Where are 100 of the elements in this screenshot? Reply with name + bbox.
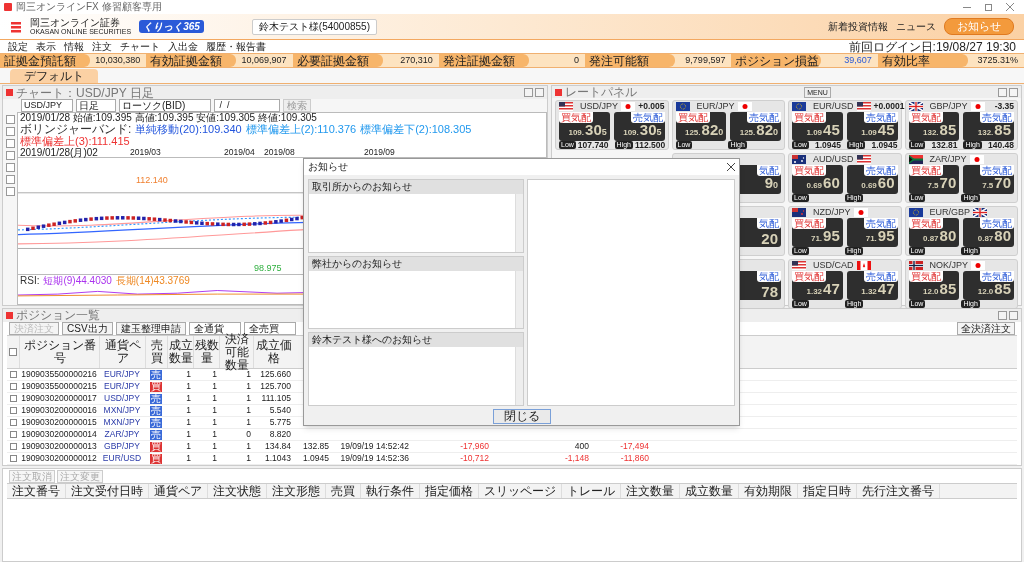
column-header[interactable]: スリッページ	[479, 484, 562, 498]
row-checkbox[interactable]	[9, 407, 17, 414]
quote-box[interactable]: 買気配 109.305	[559, 112, 610, 141]
column-header[interactable]: 残数量	[193, 336, 219, 368]
quote-label: 売気配	[747, 112, 781, 123]
quote-label: 買気配	[908, 165, 943, 176]
table-cell-text: 1	[185, 368, 192, 381]
menu-item[interactable]: 設定	[8, 41, 28, 52]
column-header[interactable]: 指定日時	[798, 484, 857, 498]
close-icon[interactable]	[727, 163, 735, 171]
quote-box[interactable]: 買気配 132.85	[908, 112, 960, 141]
table-cell-text: 1	[185, 428, 192, 441]
quote-box[interactable]: 売気配 12.085	[963, 271, 1014, 300]
row-checkbox[interactable]	[9, 455, 17, 462]
table-cell-text: 5.775	[268, 416, 292, 429]
column-header[interactable]: 注文受付日時	[66, 484, 149, 498]
column-header[interactable]: 先行注文番号	[857, 484, 940, 498]
quote-box[interactable]: 買気配 12.0 85	[908, 271, 960, 300]
scrollbar[interactable]	[515, 194, 523, 252]
row-checkbox[interactable]	[9, 371, 17, 378]
pair-select[interactable]: USD/JPY	[21, 99, 73, 112]
scrollbar[interactable]	[515, 347, 523, 405]
quote-box[interactable]: 売気配 1.3247	[846, 271, 898, 300]
menu-item[interactable]: 入出金	[168, 41, 198, 52]
menu-item[interactable]: 履歴・報告書	[206, 41, 266, 52]
quote-box[interactable]: 売気配 7.5 70	[963, 165, 1014, 194]
quote-box[interactable]: 売気配 71.95	[846, 218, 898, 247]
quote-label: 売気配	[980, 271, 1014, 282]
row-checkbox[interactable]	[9, 419, 17, 426]
quote-box[interactable]: 売気配 132.85	[963, 112, 1014, 141]
flag-icon	[908, 261, 923, 270]
quote-box[interactable]: 買気配 0.87 80	[908, 218, 960, 247]
column-header[interactable]: 成立数量	[680, 484, 739, 498]
column-header[interactable]: 通貨ペア	[99, 336, 145, 368]
table-cell-text: 1	[211, 440, 218, 453]
summary-label: 発注証拠金額	[438, 54, 529, 67]
period-select[interactable]: 日足	[76, 99, 116, 112]
column-header[interactable]: 注文状態	[208, 484, 267, 498]
chart-type-select[interactable]: ローソク(BID)	[119, 99, 211, 112]
column-header[interactable]: 売買	[326, 484, 361, 498]
column-header[interactable]: 注文形態	[267, 484, 326, 498]
table-cell-text: 1	[245, 380, 252, 393]
quote-box[interactable]: 売気配 0.8780	[963, 218, 1014, 247]
column-header[interactable]: トレール	[562, 484, 621, 498]
column-header[interactable]: 執行条件	[361, 484, 420, 498]
column-header[interactable]: 有効期限	[739, 484, 798, 498]
quote-price: 7.5 70	[982, 175, 1011, 193]
select-all-checkbox[interactable]	[9, 348, 17, 356]
maximize-icon[interactable]	[535, 88, 544, 97]
position-number: 1909030200000012	[20, 452, 98, 465]
column-header[interactable]: ポジション番号	[19, 336, 99, 368]
flag-icon	[969, 155, 984, 164]
quote-box[interactable]: 売気配 0.6960	[846, 165, 898, 194]
quote-price: 132.85	[923, 122, 957, 140]
row-checkbox[interactable]	[9, 443, 17, 450]
table-cell-text: 125.660	[259, 368, 292, 381]
date-field[interactable]: / /	[214, 99, 280, 112]
app-logo-icon	[6, 311, 13, 319]
column-header[interactable]: 成立価格	[253, 336, 293, 368]
currency-pair: NZD/JPY	[813, 208, 851, 217]
minimize-icon[interactable]	[998, 87, 1007, 97]
minimize-icon[interactable]	[524, 88, 533, 97]
quote-box[interactable]: 売気配 109.305	[613, 112, 665, 141]
quote-label: 気配	[757, 218, 781, 229]
header-link[interactable]: 新着投資情報	[828, 19, 888, 34]
column-header[interactable]: 注文番号	[7, 484, 66, 498]
maximize-icon[interactable]	[1009, 87, 1018, 97]
quote-box[interactable]: 買気配 1.3247	[792, 271, 843, 300]
column-header[interactable]: 成立数量	[167, 336, 193, 368]
quote-box[interactable]: 買気配 71.95	[792, 218, 843, 247]
menu-item[interactable]: 表示	[36, 41, 56, 52]
column-header[interactable]: 注文数量	[621, 484, 680, 498]
minimize-icon[interactable]	[963, 6, 971, 8]
row-checkbox[interactable]	[9, 431, 17, 438]
quote-box[interactable]: 売気配 125.820	[730, 112, 781, 141]
menu-item[interactable]: チャート	[120, 41, 160, 52]
rsi-label: RSI:	[20, 275, 40, 286]
quote-box[interactable]: 買気配 7.570	[908, 165, 960, 194]
maximize-icon[interactable]	[1009, 310, 1018, 320]
quote-box[interactable]: 売気配 1.0945	[846, 112, 898, 141]
column-header[interactable]: 売買	[145, 336, 167, 368]
workspace-tab[interactable]: デフォルト	[10, 69, 98, 83]
restore-icon[interactable]	[985, 3, 992, 11]
menu-item[interactable]: 注文	[92, 41, 112, 52]
low-price: 1.0945	[814, 140, 841, 150]
scrollbar[interactable]	[515, 270, 523, 329]
quote-label: 売気配	[863, 218, 898, 229]
row-checkbox[interactable]	[9, 383, 17, 390]
summary-label: 証拠金預託額	[0, 54, 90, 67]
menu-item[interactable]: 情報	[64, 41, 84, 52]
column-header[interactable]: 通貨ペア	[149, 484, 208, 498]
quote-box[interactable]: 買気配 125.820	[675, 112, 727, 141]
close-button[interactable]: 閉じる	[492, 409, 551, 424]
column-header[interactable]: 指定価格	[420, 484, 479, 498]
table-cell-text: 1	[185, 404, 192, 417]
row-checkbox[interactable]	[9, 395, 17, 402]
minimize-icon[interactable]	[998, 310, 1007, 320]
quote-box[interactable]: 買気配 0.6960	[792, 165, 843, 194]
quote-box[interactable]: 買気配 1.0945	[792, 112, 843, 141]
header-link[interactable]: ニュース	[896, 19, 936, 34]
